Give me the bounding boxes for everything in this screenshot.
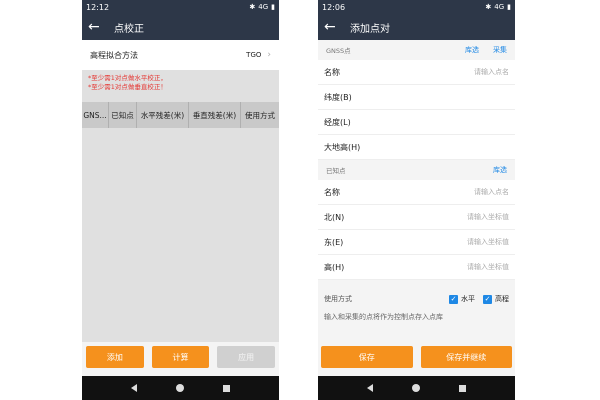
bluetooth-icon: ✱: [485, 3, 492, 11]
save-button[interactable]: 保存: [321, 346, 413, 368]
gnss-latitude-field[interactable]: 纬度(B): [318, 85, 515, 110]
known-height-field[interactable]: 高(H) 请输入坐标值: [318, 255, 515, 280]
gnss-collect-link[interactable]: 采集: [493, 45, 507, 55]
nav-back-icon[interactable]: [131, 384, 138, 392]
known-east-field[interactable]: 东(E) 请输入坐标值: [318, 230, 515, 255]
bluetooth-icon: ✱: [249, 3, 256, 11]
usage-label: 使用方式: [324, 295, 352, 303]
action-buttons: 添加 计算 应用: [82, 346, 279, 370]
phone-screen-point-calibration: 12:12 ✱ 4G ▮ ← 点校正 高程拟合方法 TGO › *至少需1对点做…: [82, 0, 279, 400]
save-and-continue-button[interactable]: 保存并继续: [420, 346, 512, 368]
calibration-list: *至少需1对点做水平校正， *至少需1对点做垂直校正！ GNS... 已知点 水…: [82, 70, 279, 342]
battery-icon: ▮: [271, 3, 275, 11]
col-gnss: GNS...: [82, 102, 109, 128]
app-bar: ← 点校正: [82, 14, 279, 40]
table-header: GNS... 已知点 水平残差(米) 垂直残差(米) 使用方式: [82, 102, 279, 128]
nav-back-icon[interactable]: [367, 384, 374, 392]
known-north-field[interactable]: 北(N) 请输入坐标值: [318, 205, 515, 230]
gnss-longitude-field[interactable]: 经度(L): [318, 110, 515, 135]
warning-vertical: *至少需1对点做垂直校正！: [88, 83, 167, 91]
gnss-library-select-link[interactable]: 库选: [465, 45, 479, 55]
gnss-fields: 名称 请输入点名 纬度(B) 经度(L) 大地高(H): [318, 60, 515, 160]
network-label: 4G: [494, 3, 505, 11]
known-section-header: 已知点 库选: [318, 160, 515, 180]
status-time: 12:12: [86, 2, 110, 12]
system-nav-bar: [82, 376, 279, 400]
add-button[interactable]: 添加: [86, 346, 144, 368]
checkbox-checked-icon: ✓: [449, 294, 458, 304]
gnss-ellipsoid-height-field[interactable]: 大地高(H): [318, 135, 515, 160]
gnss-name-field[interactable]: 名称 请输入点名: [318, 60, 515, 85]
nav-recents-icon[interactable]: [458, 384, 466, 392]
gnss-section-label: GNSS点: [326, 47, 351, 55]
method-value: TGO: [246, 51, 262, 59]
page-title: 添加点对: [350, 23, 390, 35]
battery-icon: ▮: [507, 3, 511, 11]
network-label: 4G: [258, 3, 269, 11]
warning-text: *至少需1对点做水平校正， *至少需1对点做垂直校正！: [82, 70, 279, 96]
system-nav-bar: [318, 376, 515, 400]
col-known-point: 已知点: [109, 102, 137, 128]
known-library-select-link[interactable]: 库选: [493, 165, 507, 175]
col-vertical-residual: 垂直残差(米): [189, 102, 241, 128]
vertical-checkbox[interactable]: ✓ 高程: [483, 294, 509, 304]
known-name-field[interactable]: 名称 请输入点名: [318, 180, 515, 205]
calculate-button[interactable]: 计算: [151, 346, 210, 368]
col-usage: 使用方式: [245, 110, 275, 120]
warning-horizontal: *至少需1对点做水平校正，: [88, 74, 167, 82]
status-bar: 12:06 ✱ 4G ▮: [318, 0, 515, 14]
horizontal-checkbox[interactable]: ✓ 水平: [449, 294, 475, 304]
usage-row: 使用方式 ✓ 水平 ✓ 高程: [318, 288, 515, 310]
back-arrow-icon[interactable]: ←: [88, 20, 106, 34]
nav-recents-icon[interactable]: [222, 384, 230, 392]
apply-button[interactable]: 应用: [217, 346, 276, 368]
known-section-label: 已知点: [326, 167, 346, 175]
action-buttons: 保存 保存并继续: [318, 346, 515, 370]
gnss-section-header: GNSS点 库选 采集: [318, 40, 515, 60]
page-title: 点校正: [114, 23, 144, 35]
app-bar: ← 添加点对: [318, 14, 515, 40]
chevron-right-icon: ›: [267, 50, 271, 60]
back-arrow-icon[interactable]: ←: [324, 20, 342, 34]
status-time: 12:06: [322, 2, 346, 12]
method-label: 高程拟合方法: [90, 50, 138, 60]
nav-home-icon[interactable]: [175, 384, 184, 392]
hint-text: 输入和采集的点将作为控制点存入点库: [324, 313, 443, 321]
checkbox-checked-icon: ✓: [483, 294, 492, 304]
phone-screen-add-point-pair: 12:06 ✱ 4G ▮ ← 添加点对 GNSS点 库选 采集 名称 请输入点名…: [318, 0, 515, 400]
elevation-fit-method-row[interactable]: 高程拟合方法 TGO ›: [82, 40, 279, 70]
status-bar: 12:12 ✱ 4G ▮: [82, 0, 279, 14]
nav-home-icon[interactable]: [411, 384, 420, 392]
col-horizontal-residual: 水平残差(米): [137, 102, 189, 128]
known-fields: 名称 请输入点名 北(N) 请输入坐标值 东(E) 请输入坐标值 高(H) 请输…: [318, 180, 515, 280]
